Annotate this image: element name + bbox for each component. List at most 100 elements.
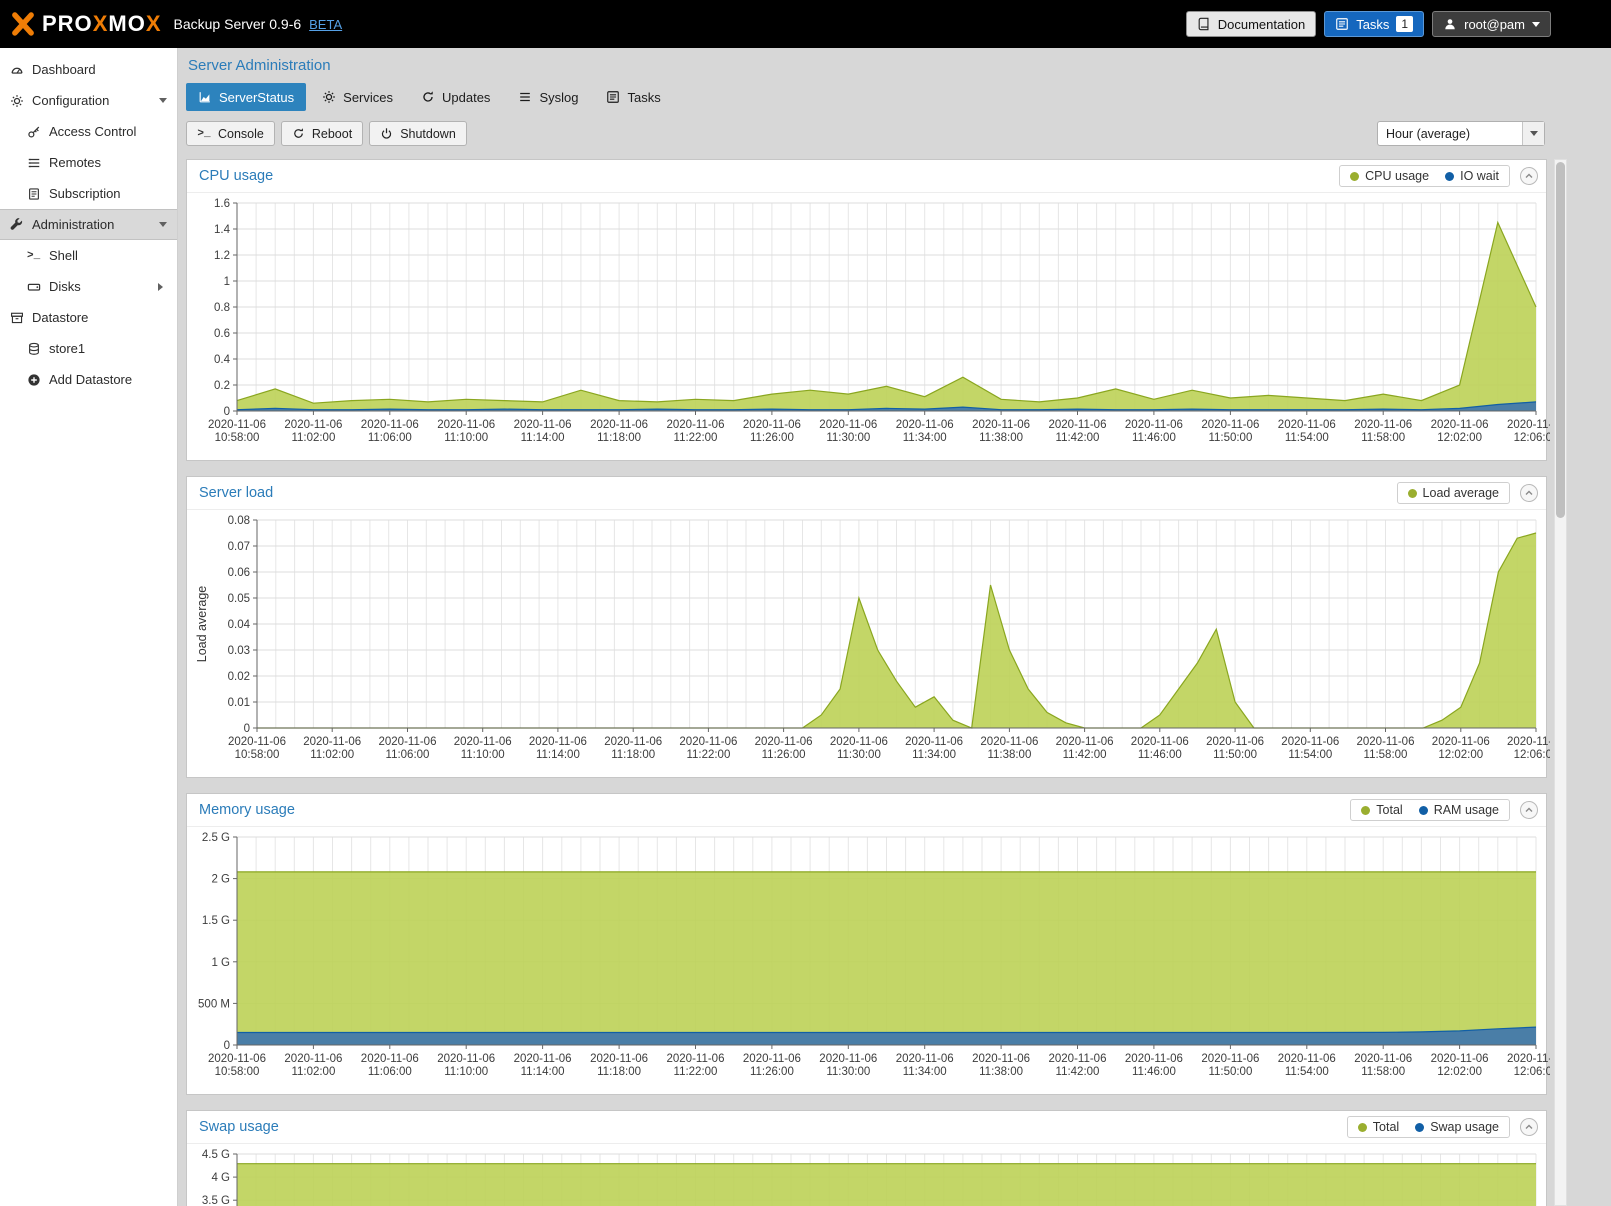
svg-text:2020-11-06: 2020-11-06 — [514, 419, 572, 431]
documentation-button[interactable]: Documentation — [1186, 11, 1316, 37]
panel-header: CPU usage CPU usageIO wait — [187, 160, 1546, 193]
sidebar: Dashboard Configuration Access Control R… — [0, 48, 178, 1206]
collapse-panel-button[interactable] — [1520, 484, 1538, 502]
user-menu-button[interactable]: root@pam — [1432, 11, 1551, 37]
sidebar-item-shell[interactable]: >_ Shell — [0, 240, 177, 271]
memory-usage-chart: 0500 M1 G1.5 G2 G2.5 G2020-11-0610:58:00… — [187, 827, 1546, 1094]
sidebar-item-datastore[interactable]: Datastore — [0, 302, 177, 333]
area-chart-icon — [198, 90, 212, 104]
svg-text:2020-11-06: 2020-11-06 — [667, 1053, 725, 1065]
sidebar-item-administration[interactable]: Administration — [0, 209, 177, 240]
tab-tasks[interactable]: Tasks — [594, 83, 672, 111]
sidebar-item-subscription[interactable]: Subscription — [0, 178, 177, 209]
sidebar-item-store1[interactable]: store1 — [0, 333, 177, 364]
svg-text:11:22:00: 11:22:00 — [686, 749, 730, 761]
svg-text:11:50:00: 11:50:00 — [1213, 749, 1257, 761]
reboot-button[interactable]: Reboot — [281, 121, 363, 146]
svg-text:10:58:00: 10:58:00 — [235, 749, 280, 761]
svg-text:11:42:00: 11:42:00 — [1056, 432, 1100, 444]
tab-serverstatus[interactable]: ServerStatus — [186, 83, 306, 111]
legend-item: Load average — [1408, 486, 1499, 500]
svg-text:2020-11-06: 2020-11-06 — [743, 1053, 801, 1065]
panel-title: Memory usage — [199, 802, 295, 818]
plus-circle-icon — [27, 373, 41, 387]
svg-text:2020-11-06: 2020-11-06 — [284, 419, 342, 431]
svg-text:11:26:00: 11:26:00 — [762, 749, 806, 761]
svg-text:2020-11-06: 2020-11-06 — [1354, 419, 1412, 431]
list-icon — [518, 90, 532, 104]
svg-text:11:10:00: 11:10:00 — [461, 749, 505, 761]
svg-text:11:26:00: 11:26:00 — [750, 1066, 794, 1078]
svg-text:2020-11-06: 2020-11-06 — [1131, 736, 1189, 748]
sidebar-item-dashboard[interactable]: Dashboard — [0, 54, 177, 85]
svg-text:2020-11-06: 2020-11-06 — [379, 736, 437, 748]
panel-title: CPU usage — [199, 168, 273, 184]
svg-text:11:34:00: 11:34:00 — [912, 749, 956, 761]
svg-text:2020-11-06: 2020-11-06 — [1049, 419, 1107, 431]
console-button[interactable]: >_ Console — [186, 121, 275, 146]
legend-dot — [1445, 172, 1454, 181]
svg-text:2020-11-06: 2020-11-06 — [303, 736, 361, 748]
svg-text:2020-11-06: 2020-11-06 — [1278, 1053, 1336, 1065]
tab-syslog[interactable]: Syslog — [506, 83, 590, 111]
svg-text:11:22:00: 11:22:00 — [674, 1066, 718, 1078]
time-range-value: Hour (average) — [1378, 127, 1522, 141]
user-label: root@pam — [1464, 17, 1525, 32]
shutdown-button[interactable]: Shutdown — [369, 121, 467, 146]
svg-text:11:54:00: 11:54:00 — [1285, 1066, 1329, 1078]
svg-text:2020-11-06: 2020-11-06 — [590, 419, 648, 431]
svg-text:11:26:00: 11:26:00 — [750, 432, 794, 444]
svg-text:2020-11-06: 2020-11-06 — [819, 1053, 877, 1065]
svg-text:2020-11-06: 2020-11-06 — [1206, 736, 1264, 748]
terminal-icon: >_ — [27, 250, 41, 262]
chart-legend: TotalSwap usage — [1347, 1116, 1510, 1138]
sidebar-item-add-datastore[interactable]: Add Datastore — [0, 364, 177, 395]
svg-text:0.08: 0.08 — [228, 515, 250, 527]
panel-cpu-usage: CPU usage CPU usageIO wait 00.20.40.60.8… — [186, 159, 1547, 461]
svg-text:11:38:00: 11:38:00 — [979, 432, 1023, 444]
collapse-panel-button[interactable] — [1520, 167, 1538, 185]
server-load-chart: 00.010.020.030.040.050.060.070.082020-11… — [187, 510, 1546, 777]
svg-text:2020-11-06: 2020-11-06 — [228, 736, 286, 748]
sidebar-item-disks[interactable]: Disks — [0, 271, 177, 302]
sidebar-item-remotes[interactable]: Remotes — [0, 147, 177, 178]
swap-usage-chart: 0500 M1 G1.5 G2 G2.5 G3 G3.5 G4 G4.5 G20… — [187, 1144, 1546, 1206]
tasks-button[interactable]: Tasks 1 — [1324, 11, 1424, 37]
svg-text:4 G: 4 G — [211, 1172, 230, 1184]
svg-text:2020-11-06: 2020-11-06 — [896, 419, 954, 431]
svg-text:2020-11-06: 2020-11-06 — [972, 1053, 1030, 1065]
svg-text:12:06:00: 12:06:00 — [1514, 749, 1550, 761]
gear-icon — [10, 94, 24, 108]
svg-text:0: 0 — [224, 406, 230, 418]
beta-link[interactable]: BETA — [309, 17, 342, 32]
tasks-badge: 1 — [1396, 16, 1413, 32]
toolbar: >_ Console Reboot Shutdown Hour (average… — [178, 111, 1611, 155]
scrollbar-thumb[interactable] — [1556, 162, 1565, 518]
app-root: PROXMOX Backup Server 0.9-6 BETA Documen… — [0, 0, 1611, 1206]
svg-text:2020-11-06: 2020-11-06 — [1507, 736, 1550, 748]
sidebar-item-access-control[interactable]: Access Control — [0, 116, 177, 147]
chart-legend: CPU usageIO wait — [1339, 165, 1510, 187]
svg-text:2020-11-06: 2020-11-06 — [284, 1053, 342, 1065]
time-range-select[interactable]: Hour (average) — [1377, 121, 1545, 146]
svg-text:1.6: 1.6 — [214, 198, 230, 210]
svg-text:10:58:00: 10:58:00 — [215, 432, 260, 444]
svg-text:2020-11-06: 2020-11-06 — [1357, 736, 1415, 748]
svg-text:11:58:00: 11:58:00 — [1361, 432, 1405, 444]
tab-services[interactable]: Services — [310, 83, 405, 111]
svg-text:2020-11-06: 2020-11-06 — [819, 419, 877, 431]
key-icon — [27, 125, 41, 139]
tab-updates[interactable]: Updates — [409, 83, 502, 111]
archive-box-icon — [10, 311, 24, 325]
sidebar-item-configuration[interactable]: Configuration — [0, 85, 177, 116]
documentation-label: Documentation — [1218, 17, 1305, 32]
svg-text:11:42:00: 11:42:00 — [1063, 749, 1107, 761]
vertical-scrollbar[interactable] — [1554, 159, 1567, 1206]
panel-memory-usage: Memory usage TotalRAM usage 0500 M1 G1.5… — [186, 793, 1547, 1095]
collapse-panel-button[interactable] — [1520, 801, 1538, 819]
svg-text:2020-11-06: 2020-11-06 — [454, 736, 512, 748]
tab-label: Syslog — [539, 90, 578, 105]
server-lines-icon — [27, 156, 41, 170]
collapse-panel-button[interactable] — [1520, 1118, 1538, 1136]
svg-text:11:18:00: 11:18:00 — [597, 1066, 641, 1078]
